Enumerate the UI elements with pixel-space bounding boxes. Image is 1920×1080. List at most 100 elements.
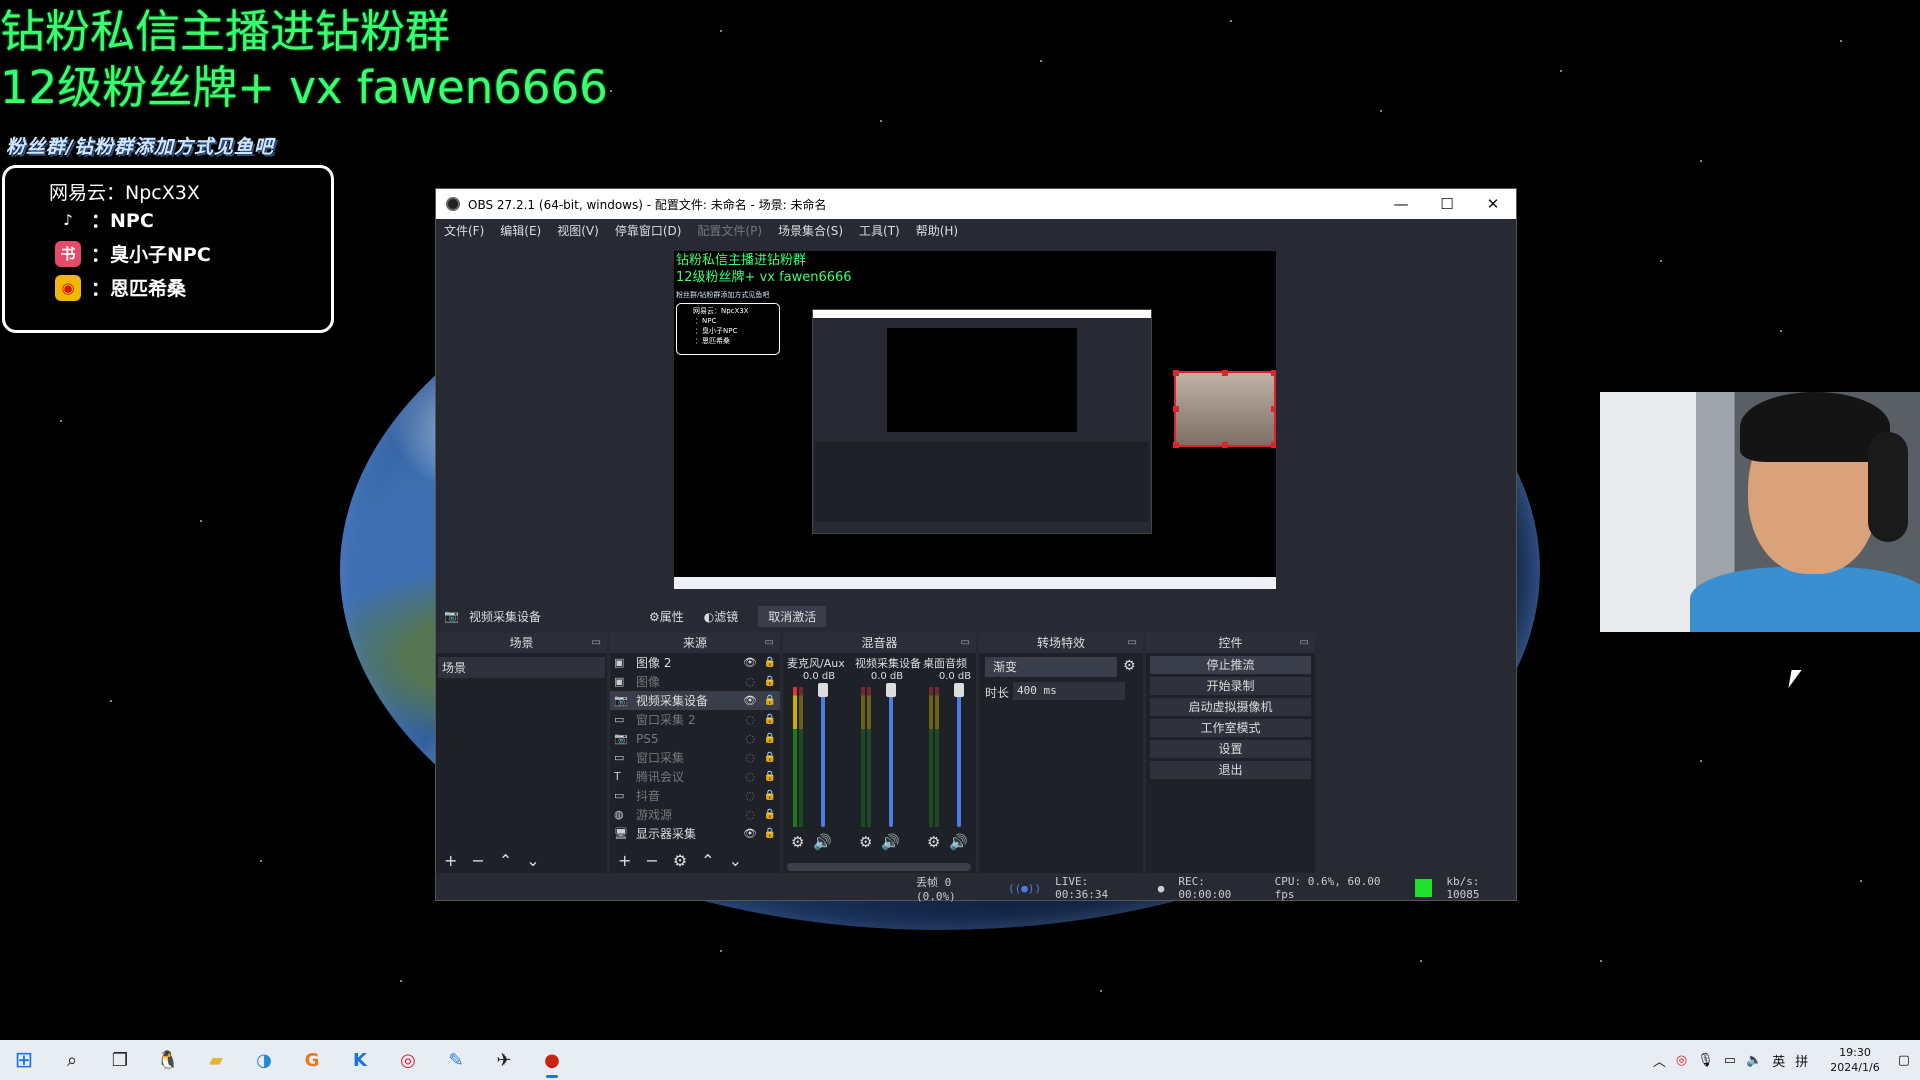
- start-recording-button[interactable]: 开始录制: [1150, 677, 1311, 695]
- source-item[interactable]: T 腾讯会议 ◌ 🔒: [610, 767, 780, 786]
- source-item[interactable]: ◍ 游戏源 ◌ 🔒: [610, 805, 780, 824]
- source-item[interactable]: 📷 视频采集设备 👁 🔒: [610, 691, 780, 710]
- lock-icon[interactable]: 🔒: [760, 790, 780, 801]
- lock-icon[interactable]: 🔒: [760, 809, 780, 820]
- edge-icon[interactable]: ◑: [244, 1040, 284, 1080]
- fader-knob[interactable]: [954, 683, 964, 697]
- gear-icon[interactable]: ⚙: [673, 851, 687, 870]
- lock-icon[interactable]: 🔒: [760, 714, 780, 725]
- menu-file[interactable]: 文件(F): [444, 222, 484, 239]
- close-button[interactable]: ✕: [1470, 189, 1516, 219]
- ime-mode[interactable]: 拼: [1795, 1051, 1808, 1070]
- move-down-icon[interactable]: ⌄: [526, 851, 539, 870]
- lock-icon[interactable]: 🔒: [760, 657, 780, 668]
- gear-icon[interactable]: ⚙: [859, 833, 872, 851]
- ime-language[interactable]: 英: [1772, 1051, 1785, 1070]
- menu-help[interactable]: 帮助(H): [916, 222, 958, 239]
- source-item[interactable]: ▣ 图像 ◌ 🔒: [610, 672, 780, 691]
- obs-titlebar[interactable]: OBS 27.2.1 (64-bit, windows) - 配置文件: 未命名…: [436, 189, 1516, 219]
- eye-off-icon[interactable]: ◌: [740, 770, 760, 783]
- lock-icon[interactable]: 🔒: [760, 771, 780, 782]
- studio-mode-button[interactable]: 工作室模式: [1150, 719, 1311, 737]
- qq-icon[interactable]: 🐧: [148, 1040, 188, 1080]
- app-feather-icon[interactable]: ✎: [436, 1040, 476, 1080]
- speaker-icon[interactable]: 🔊: [813, 833, 832, 851]
- gear-icon[interactable]: ⚙: [1123, 658, 1136, 674]
- speaker-icon[interactable]: 🔊: [881, 833, 900, 851]
- eye-icon[interactable]: 👁: [740, 656, 760, 669]
- eye-off-icon[interactable]: ◌: [740, 713, 760, 726]
- menu-tools[interactable]: 工具(T): [859, 222, 900, 239]
- speaker-icon[interactable]: 🔊: [949, 833, 968, 851]
- netease-tray-icon[interactable]: ◎: [1676, 1053, 1687, 1068]
- move-up-icon[interactable]: ⌃: [499, 851, 512, 870]
- exit-button[interactable]: 退出: [1150, 761, 1311, 779]
- properties-button[interactable]: ⚙属性: [639, 606, 694, 627]
- gear-icon[interactable]: ⚙: [791, 833, 804, 851]
- source-item[interactable]: 📷 PS5 ◌ 🔒: [610, 729, 780, 748]
- volume-icon[interactable]: 🔈: [1746, 1053, 1762, 1068]
- app-g-icon[interactable]: G: [292, 1040, 332, 1080]
- eye-off-icon[interactable]: ◌: [740, 808, 760, 821]
- chevron-up-icon[interactable]: ︿: [1653, 1051, 1666, 1070]
- network-icon[interactable]: ▭: [1724, 1053, 1736, 1068]
- stop-streaming-button[interactable]: 停止推流: [1150, 656, 1311, 674]
- menu-view[interactable]: 视图(V): [557, 222, 599, 239]
- eye-off-icon[interactable]: ◌: [740, 675, 760, 688]
- eye-off-icon[interactable]: ◌: [740, 732, 760, 745]
- volume-fader[interactable]: [821, 687, 825, 827]
- source-item[interactable]: ▭ 窗口采集 ◌ 🔒: [610, 748, 780, 767]
- file-explorer-icon[interactable]: ▰: [196, 1040, 236, 1080]
- microphone-icon[interactable]: 🎙: [1697, 1053, 1714, 1068]
- settings-button[interactable]: 设置: [1150, 740, 1311, 758]
- clock[interactable]: 19:30 2024/1/6: [1830, 1045, 1879, 1075]
- volume-fader[interactable]: [889, 687, 893, 827]
- netease-music-icon[interactable]: ◎: [388, 1040, 428, 1080]
- source-item[interactable]: ▣ 图像 2 👁 🔒: [610, 653, 780, 672]
- add-icon[interactable]: +: [444, 851, 457, 870]
- fader-knob[interactable]: [886, 683, 896, 697]
- menu-docks[interactable]: 停靠窗口(D): [615, 222, 682, 239]
- lock-icon[interactable]: 🔒: [760, 695, 780, 706]
- menu-profile[interactable]: 配置文件(P): [697, 222, 762, 239]
- volume-fader[interactable]: [957, 687, 961, 827]
- menu-edit[interactable]: 编辑(E): [500, 222, 541, 239]
- obs-icon[interactable]: ●: [532, 1040, 572, 1080]
- eye-icon[interactable]: 👁: [740, 827, 760, 840]
- duration-input[interactable]: 400 ms: [1013, 682, 1125, 700]
- lock-icon[interactable]: 🔒: [760, 752, 780, 763]
- move-down-icon[interactable]: ⌄: [729, 851, 742, 870]
- lock-icon[interactable]: 🔒: [760, 828, 780, 839]
- search-icon[interactable]: ⌕: [52, 1040, 92, 1080]
- transition-select[interactable]: 渐变: [985, 657, 1117, 677]
- menu-scene-collection[interactable]: 场景集合(S): [778, 222, 843, 239]
- fader-knob[interactable]: [818, 683, 828, 697]
- maximize-button[interactable]: ☐: [1424, 189, 1470, 219]
- add-icon[interactable]: +: [618, 851, 631, 870]
- filters-button[interactable]: ◐滤镜: [694, 606, 749, 627]
- start-virtual-camera-button[interactable]: 启动虚拟摄像机: [1150, 698, 1311, 716]
- windows-start-icon[interactable]: ⊞: [4, 1040, 44, 1080]
- app-plane-icon[interactable]: ✈: [484, 1040, 524, 1080]
- scene-item[interactable]: 场景: [438, 657, 605, 678]
- remove-icon[interactable]: −: [645, 851, 658, 870]
- selected-webcam-source[interactable]: [1173, 370, 1276, 448]
- eye-off-icon[interactable]: ◌: [740, 789, 760, 802]
- mixer-scrollbar[interactable]: [787, 863, 971, 871]
- kugou-icon[interactable]: K: [340, 1040, 380, 1080]
- eye-icon[interactable]: 👁: [740, 694, 760, 707]
- source-item[interactable]: ▭ 抖音 ◌ 🔒: [610, 786, 780, 805]
- lock-icon[interactable]: 🔒: [760, 733, 780, 744]
- notification-icon[interactable]: ▢: [1898, 1053, 1910, 1068]
- program-preview[interactable]: 钻粉私信主播进钻粉群 12级粉丝牌+ vx fawen6666 粉丝群/钻粉群添…: [674, 251, 1276, 589]
- task-view-icon[interactable]: ❐: [100, 1040, 140, 1080]
- source-item[interactable]: 🖥 显示器采集 👁 🔒: [610, 824, 780, 843]
- deactivate-button[interactable]: 取消激活: [758, 605, 827, 627]
- move-up-icon[interactable]: ⌃: [701, 851, 714, 870]
- gear-icon[interactable]: ⚙: [927, 833, 940, 851]
- lock-icon[interactable]: 🔒: [760, 676, 780, 687]
- eye-off-icon[interactable]: ◌: [740, 751, 760, 764]
- remove-icon[interactable]: −: [471, 851, 484, 870]
- minimize-button[interactable]: —: [1378, 189, 1424, 219]
- source-item[interactable]: ▭ 窗口采集 2 ◌ 🔒: [610, 710, 780, 729]
